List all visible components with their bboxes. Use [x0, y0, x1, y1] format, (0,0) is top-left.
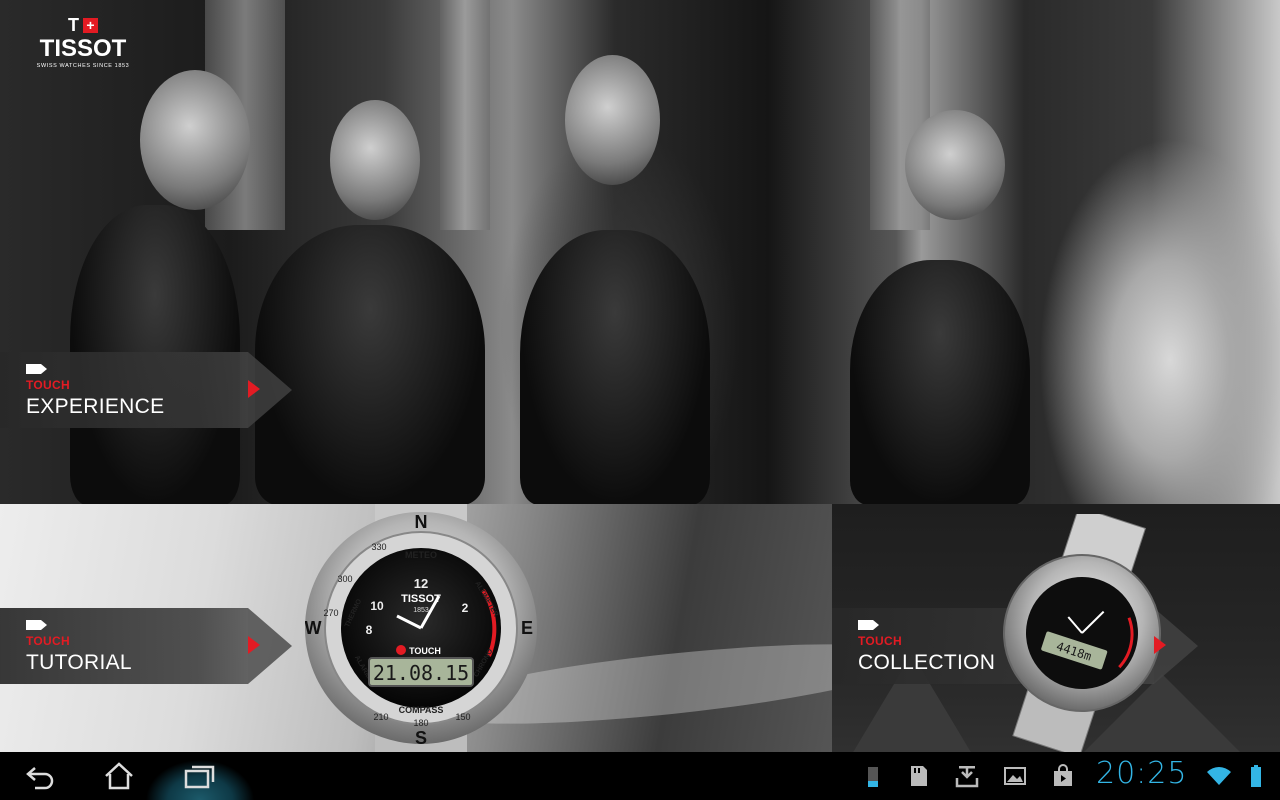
bezel-270: 270 [323, 608, 338, 618]
back-button[interactable] [6, 752, 76, 800]
swiss-cross-icon: + [83, 17, 98, 33]
dial-number-8: 8 [366, 623, 373, 637]
watch-lcd-display: 21.08.15 [373, 661, 469, 685]
collection-panel[interactable]: TOUCH COLLECTION 4418m [832, 504, 1280, 752]
dial-number-10: 10 [370, 599, 384, 613]
hero-experience-image[interactable]: T + TISSOT SWISS WATCHES SINCE 1853 TOUC… [0, 0, 1280, 504]
battery-icon [1251, 765, 1261, 787]
logo-tagline: SWISS WATCHES SINCE 1853 [36, 63, 130, 69]
logo-letter: T [68, 15, 79, 35]
touch-experience-button[interactable]: TOUCH EXPERIENCE [0, 352, 292, 428]
compass-west: W [305, 618, 322, 638]
sd-card-icon [911, 766, 927, 786]
tab-title: COLLECTION [858, 651, 996, 674]
bezel-180: 180 [413, 718, 428, 728]
compass-east: E [521, 618, 533, 638]
compass-south: S [415, 728, 427, 748]
bezel-150: 150 [455, 712, 470, 722]
collection-watch-image: 4418m [1003, 514, 1161, 752]
battery-status[interactable] [1244, 752, 1268, 800]
bezel-210: 210 [373, 712, 388, 722]
dock-battery-icon [868, 767, 878, 787]
person-figure [520, 230, 710, 504]
tab-subtitle: TOUCH [26, 378, 70, 392]
dial-compass-label: COMPASS [399, 705, 444, 715]
tab-subtitle: TOUCH [858, 634, 902, 648]
person-figure [850, 260, 1030, 504]
background-curtain [440, 0, 490, 230]
play-store-status[interactable] [1048, 752, 1078, 800]
screenshot-status[interactable] [1000, 752, 1030, 800]
compass-north: N [415, 512, 428, 532]
tag-flag-icon [26, 364, 47, 374]
tag-flag-icon [26, 620, 47, 630]
touch-watch-image: N S W E 330 300 270 210 180 150 METEO CO… [305, 504, 537, 752]
battery-dock-icon[interactable] [860, 752, 886, 800]
home-button[interactable] [84, 752, 154, 800]
person-head [140, 70, 250, 210]
wifi-icon [1207, 767, 1231, 785]
touch-tutorial-button[interactable]: TOUCH TUTORIAL [0, 608, 292, 684]
android-system-bar: 20:25 [0, 752, 1280, 800]
tab-title: TUTORIAL [26, 651, 132, 674]
person-head [905, 110, 1005, 220]
person-head [565, 55, 660, 185]
back-arrow-icon [26, 767, 54, 790]
tutorial-panel[interactable]: N S W E 330 300 270 210 180 150 METEO CO… [0, 504, 832, 752]
shopping-bag-icon [1054, 764, 1072, 786]
home-icon [105, 762, 133, 790]
person-head [330, 100, 420, 220]
dial-model: TOUCH [409, 646, 441, 656]
download-status[interactable] [952, 752, 982, 800]
dial-number-2: 2 [462, 601, 469, 615]
play-arrow-icon [248, 380, 260, 398]
wifi-status[interactable] [1204, 752, 1234, 800]
sd-card-status[interactable] [904, 752, 934, 800]
logo-wordmark: TISSOT [39, 35, 127, 62]
bezel-330: 330 [371, 542, 386, 552]
status-clock[interactable]: 20:25 [1096, 756, 1187, 791]
dial-number-12: 12 [414, 576, 428, 591]
recent-apps-icon [184, 765, 215, 789]
dial-year: 1853 [413, 607, 429, 614]
image-icon [1004, 767, 1026, 785]
play-arrow-icon [1154, 636, 1166, 654]
tag-flag-icon [858, 620, 879, 630]
dial-meteo-label: METEO [405, 550, 437, 560]
tab-subtitle: TOUCH [26, 634, 70, 648]
tab-title: EXPERIENCE [26, 395, 165, 418]
play-arrow-icon [248, 636, 260, 654]
recent-apps-button[interactable] [165, 752, 235, 800]
bezel-300: 300 [337, 574, 352, 584]
download-tray-icon [955, 766, 979, 788]
tissot-logo: T + TISSOT SWISS WATCHES SINCE 1853 [26, 16, 140, 69]
